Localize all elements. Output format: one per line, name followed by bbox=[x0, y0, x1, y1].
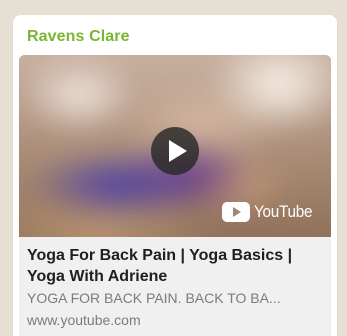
youtube-logo: YouTube bbox=[222, 202, 319, 222]
link-domain: www.youtube.com bbox=[27, 312, 141, 328]
youtube-icon bbox=[222, 202, 251, 222]
youtube-logo-text: YouTube bbox=[254, 202, 313, 221]
message-bubble[interactable]: Ravens Clare YouTube Yoga For Back Pain … bbox=[13, 15, 337, 336]
link-preview-card[interactable]: YouTube Yoga For Back Pain | Yoga Basics… bbox=[19, 55, 331, 336]
sender-name[interactable]: Ravens Clare bbox=[27, 28, 130, 46]
link-description: YOGA FOR BACK PAIN. BACK TO BA... bbox=[27, 290, 281, 306]
play-button[interactable] bbox=[151, 127, 199, 175]
link-preview-meta[interactable]: Yoga For Back Pain | Yoga Basics | Yoga … bbox=[19, 237, 331, 336]
video-thumbnail[interactable]: YouTube bbox=[19, 55, 331, 237]
link-title[interactable]: Yoga For Back Pain | Yoga Basics | Yoga … bbox=[27, 245, 323, 287]
play-icon bbox=[169, 140, 187, 162]
